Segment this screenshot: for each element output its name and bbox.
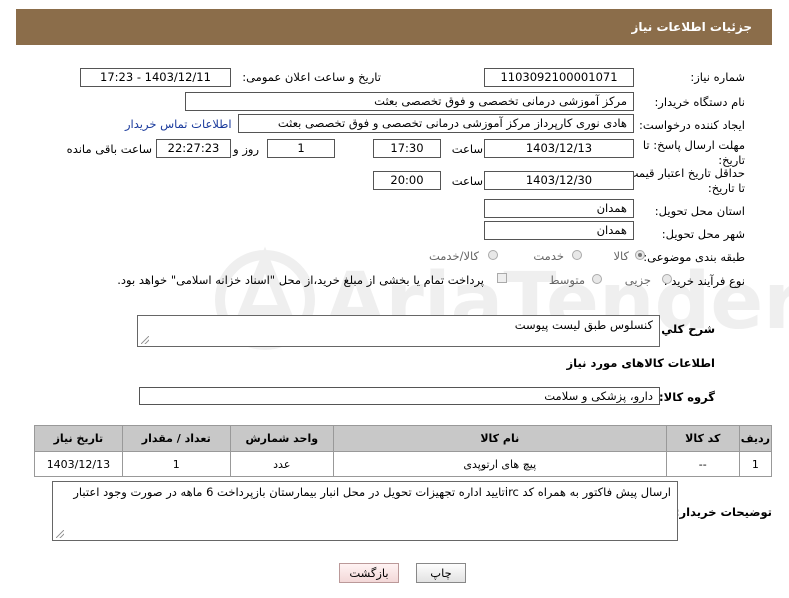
delivery-province-field: همدان: [484, 199, 634, 218]
page-header: جزئیات اطلاعات نیاز: [16, 9, 772, 45]
announce-date-field: 1403/12/11 - 17:23: [80, 68, 231, 87]
description-text: کنسلوس طبق لیست پیوست: [514, 318, 653, 332]
request-creator-label: ایجاد کننده درخواست:: [639, 118, 745, 132]
process-medium-label: متوسط: [548, 273, 585, 287]
category-goods-label: کالا: [613, 249, 629, 263]
reply-time-field: 17:30: [373, 139, 441, 158]
price-validity-time-field: 20:00: [373, 171, 441, 190]
price-validity-date-field: 1403/12/30: [484, 171, 634, 190]
buyer-contact-link[interactable]: اطلاعات تماس خریدار: [125, 117, 232, 131]
goods-table: ردیف کد کالا نام کالا واحد شمارش تعداد /…: [34, 425, 773, 477]
cell-row-number: 1: [738, 451, 773, 477]
category-service-radio[interactable]: [572, 250, 582, 260]
cell-unit: عدد: [229, 451, 334, 477]
treasury-payment-note: پرداخت تمام یا بخشی از مبلغ خرید،از محل …: [117, 273, 484, 287]
price-validity-time-label: ساعت: [451, 174, 483, 188]
category-goods-service-label: کالا/خدمت: [428, 249, 479, 263]
remaining-time-label: ساعت باقی مانده: [66, 142, 152, 156]
price-validity-label: حداقل تاریخ اعتبار قیمت: تا تاریخ:: [623, 166, 745, 195]
resize-handle-icon[interactable]: [56, 530, 64, 538]
cell-goods-name: پیچ های ارتوپدی: [332, 451, 667, 477]
col-header-need-date: تاریخ نیاز: [34, 425, 123, 452]
goods-group-field: دارو، پزشکی و سلامت: [139, 387, 660, 405]
resize-handle-icon[interactable]: [141, 336, 149, 344]
category-label: طبقه بندی موضوعی:: [643, 250, 745, 264]
cell-need-date: 1403/12/13: [34, 451, 123, 477]
category-goods-radio[interactable]: [635, 250, 645, 260]
table-header-row: ردیف کد کالا نام کالا واحد شمارش تعداد /…: [34, 425, 773, 452]
remaining-time-field: 22:27:23: [156, 139, 231, 158]
process-medium-radio[interactable]: [592, 274, 602, 284]
goods-group-label: گروه کالا:: [659, 390, 715, 404]
buyer-notes-textarea: ارسال پیش فاکتور به همراه کد ircتایید اد…: [52, 481, 678, 541]
buyer-org-label: نام دستگاه خریدار:: [654, 95, 745, 109]
description-textarea: کنسلوس طبق لیست پیوست: [137, 315, 660, 347]
col-header-goods-code: کد کالا: [665, 425, 740, 452]
col-header-row-number: ردیف: [738, 425, 773, 452]
request-creator-field: هادی نوری کارپرداز مرکز آموزشی درمانی تخ…: [238, 114, 634, 133]
remaining-days-field: 1: [267, 139, 335, 158]
col-header-quantity: تعداد / مقدار: [121, 425, 231, 452]
treasury-payment-checkbox[interactable]: [497, 273, 507, 283]
table-row: 1 -- پیچ های ارتوپدی عدد 1 1403/12/13: [34, 451, 773, 477]
reply-deadline-label: مهلت ارسال پاسخ: تا تاریخ:: [642, 138, 745, 167]
category-service-label: خدمت: [533, 249, 564, 263]
print-button[interactable]: چاپ: [416, 563, 466, 583]
cell-goods-code: --: [665, 451, 740, 477]
buyer-org-field: مرکز آموزشی درمانی تخصصی و فوق تخصصی بعث…: [185, 92, 634, 111]
days-label: روز و: [233, 142, 259, 156]
buyer-notes-text: ارسال پیش فاکتور به همراه کد ircتایید اد…: [73, 485, 671, 499]
category-goods-service-radio[interactable]: [488, 250, 498, 260]
delivery-city-label: شهر محل تحویل:: [661, 227, 745, 241]
col-header-goods-name: نام کالا: [332, 425, 667, 452]
need-number-field: 1103092100001071: [484, 68, 634, 87]
reply-time-label: ساعت: [451, 142, 483, 156]
delivery-city-field: همدان: [484, 221, 634, 240]
reply-date-field: 1403/12/13: [484, 139, 634, 158]
process-type-label: نوع فرآیند خرید :: [663, 274, 745, 288]
process-minor-radio[interactable]: [662, 274, 672, 284]
page-title: جزئیات اطلاعات نیاز: [631, 20, 752, 34]
process-minor-label: جزیی: [624, 273, 651, 287]
back-button[interactable]: بازگشت: [339, 563, 399, 583]
announce-date-label: تاریخ و ساعت اعلان عمومی:: [242, 70, 381, 84]
cell-quantity: 1: [121, 451, 231, 477]
goods-info-title: اطلاعات کالاهای مورد نیاز: [566, 356, 715, 370]
need-number-label: شماره نیاز:: [690, 70, 745, 84]
buyer-notes-label: توضیحات خریدار:: [674, 505, 772, 519]
col-header-unit: واحد شمارش: [229, 425, 334, 452]
delivery-province-label: استان محل تحویل:: [654, 204, 745, 218]
